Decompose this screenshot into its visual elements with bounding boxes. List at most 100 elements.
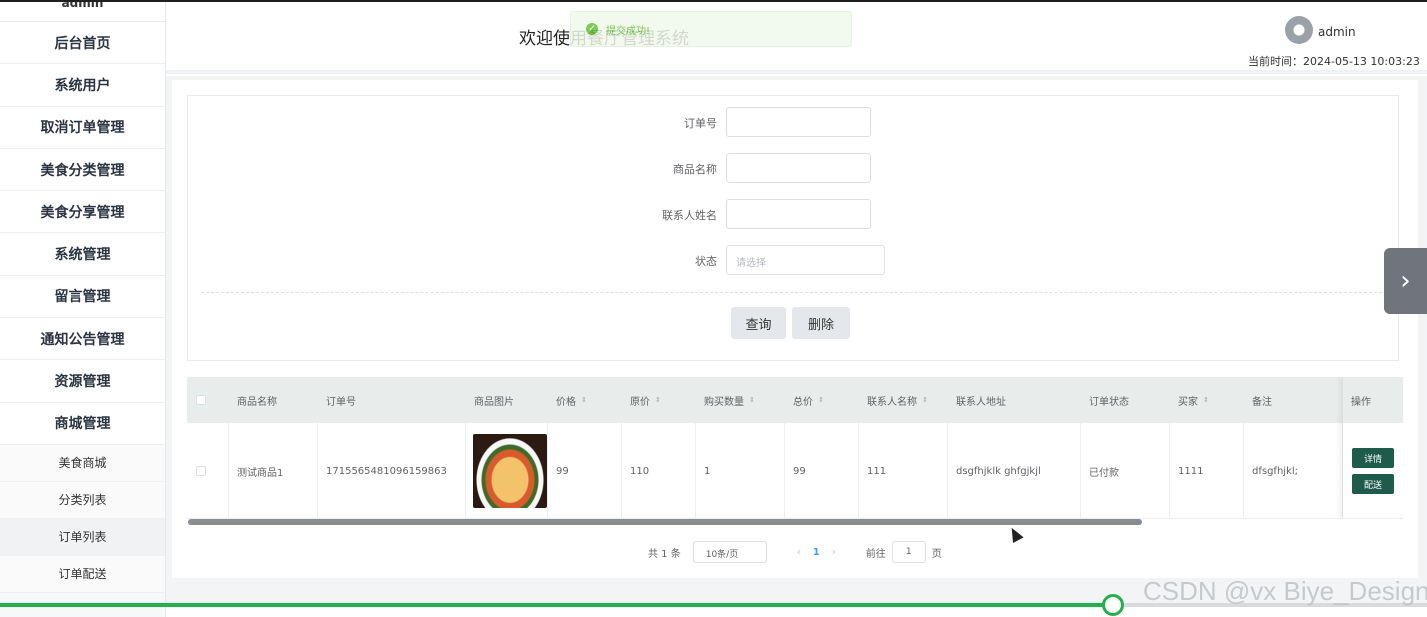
cell-note: dfsgfhjkl; — [1244, 423, 1343, 518]
col-contact-label: 联系人名称 — [867, 396, 917, 408]
contact-name-row: 联系人姓名 — [188, 199, 1398, 229]
row-checkbox[interactable] — [196, 466, 206, 476]
cell-quantity: 1 — [696, 423, 785, 518]
toast-message: 提交成功! — [606, 25, 651, 37]
select-all-checkbox[interactable] — [196, 395, 206, 405]
main-content: 订单号 商品名称 联系人姓名 状态 请选择 查询 删除 商品名称 订单号 商品图… — [166, 76, 1427, 606]
detail-button[interactable]: 详情 — [1352, 448, 1394, 468]
col-note: 备注 — [1252, 396, 1272, 408]
cell-original-price: 110 — [622, 423, 696, 518]
cell-status: 已付款 — [1081, 423, 1170, 518]
table-horizontal-scrollbar[interactable] — [188, 519, 1142, 525]
avatar[interactable] — [1285, 16, 1313, 44]
form-divider — [201, 292, 1387, 293]
sort-icon[interactable]: ⇕ — [1203, 396, 1209, 404]
col-total-label: 总价 — [793, 396, 813, 408]
cell-address: dsgfhjklk ghfgjkjl — [948, 423, 1081, 518]
video-progress-handle[interactable] — [1102, 594, 1124, 616]
sidebar-item-food-categories[interactable]: 美食分类管理 — [0, 148, 165, 192]
sidebar-item-home[interactable]: 后台首页 — [0, 22, 165, 65]
sidebar-subitem-order-delivery[interactable]: 订单配送 — [0, 555, 165, 593]
page-number-current[interactable]: 1 — [813, 547, 820, 558]
col-quantity-label: 购买数量 — [704, 396, 744, 408]
delete-button[interactable]: 删除 — [792, 307, 850, 339]
col-price[interactable]: 价格 ⇕ — [548, 377, 622, 423]
goto-label: 前往 — [865, 548, 886, 560]
cell-buyer: 1111 — [1170, 423, 1244, 518]
col-address: 联系人地址 — [956, 396, 1006, 408]
cell-order-no: 1715565481096159863 — [318, 423, 466, 518]
product-thumbnail[interactable] — [473, 434, 547, 508]
contact-name-input[interactable] — [726, 199, 871, 229]
col-price-label: 价格 — [556, 396, 576, 408]
pagination-total: 共 1 条 — [648, 548, 681, 560]
sidebar-item-notices[interactable]: 通知公告管理 — [0, 318, 165, 361]
admin-name[interactable]: admin — [1318, 25, 1356, 39]
col-product-name: 商品名称 — [237, 396, 277, 408]
col-original-price-label: 原价 — [630, 396, 650, 408]
col-original-price[interactable]: 原价 ⇕ — [622, 377, 696, 423]
sort-icon[interactable]: ⇕ — [818, 396, 824, 404]
cell-product-name: 测试商品1 — [229, 423, 318, 518]
success-toast: ✓ 提交成功! — [570, 11, 852, 47]
prev-page-icon[interactable]: ‹ — [797, 547, 801, 558]
sidebar-item-messages[interactable]: 留言管理 — [0, 275, 165, 319]
sidebar-item-mall[interactable]: 商城管理 — [0, 402, 165, 445]
col-actions: 操作 — [1343, 377, 1403, 423]
sidebar-item-system-management[interactable]: 系统管理 — [0, 233, 165, 276]
row-actions: 详情 配送 — [1343, 423, 1403, 518]
cell-price: 99 — [548, 423, 622, 518]
sort-icon[interactable]: ⇕ — [655, 396, 661, 404]
content-panel: 订单号 商品名称 联系人姓名 状态 请选择 查询 删除 商品名称 订单号 商品图… — [172, 80, 1418, 578]
order-no-input[interactable] — [726, 107, 871, 137]
product-name-input[interactable] — [726, 153, 871, 183]
cell-contact: 111 — [859, 423, 948, 518]
sort-icon[interactable]: ⇕ — [749, 396, 755, 404]
sidebar-subitem-category-list[interactable]: 分类列表 — [0, 481, 165, 519]
current-time-value: 2024-05-13 10:03:23 — [1303, 55, 1420, 68]
sidebar-subitem-order-list[interactable]: 订单列表 — [0, 518, 165, 556]
cell-product-image — [466, 423, 548, 518]
sidebar-item-system-users[interactable]: 系统用户 — [0, 64, 165, 107]
actions-column: 操作 详情 配送 — [1343, 377, 1403, 518]
status-label: 状态 — [695, 255, 717, 268]
col-quantity[interactable]: 购买数量 ⇕ — [696, 377, 785, 423]
check-circle-icon: ✓ — [586, 23, 598, 35]
pagination: 共 1 条 10条/页 ‹ 1 › 前往 1 页 — [648, 541, 942, 563]
sidebar: admin 后台首页 系统用户 取消订单管理 美食分类管理 美食分享管理 系统管… — [0, 2, 166, 617]
sidebar-item-resources[interactable]: 资源管理 — [0, 360, 165, 403]
search-form: 订单号 商品名称 联系人姓名 状态 请选择 查询 删除 — [187, 95, 1399, 361]
sidebar-subitem-food-mall[interactable]: 美食商城 — [0, 444, 165, 482]
contact-name-label: 联系人姓名 — [662, 209, 717, 222]
current-time: 当前时间：2024-05-13 10:03:23 — [1248, 53, 1420, 69]
col-status: 订单状态 — [1089, 396, 1129, 408]
col-buyer[interactable]: 买家 ⇕ — [1170, 377, 1244, 423]
sidebar-item-food-shares[interactable]: 美食分享管理 — [0, 191, 165, 234]
product-name-row: 商品名称 — [188, 153, 1398, 183]
deliver-button[interactable]: 配送 — [1352, 474, 1394, 494]
col-total[interactable]: 总价 ⇕ — [785, 377, 859, 423]
order-no-row: 订单号 — [188, 107, 1398, 137]
page-jumper: 前往 1 页 — [866, 541, 942, 563]
sort-icon[interactable]: ⇕ — [922, 396, 928, 404]
header: 欢迎使用餐厅管理系统 ✓ 提交成功! admin 当前时间：2024-05-13… — [166, 2, 1427, 74]
col-order-no: 订单号 — [326, 396, 356, 408]
status-select[interactable]: 请选择 — [726, 245, 885, 275]
table-row: 测试商品1 1715565481096159863 99 110 1 99 11… — [187, 423, 1403, 518]
header-select-all[interactable] — [187, 377, 229, 423]
cell-total: 99 — [785, 423, 859, 518]
row-select[interactable] — [187, 423, 229, 518]
next-page-icon[interactable]: › — [832, 547, 836, 558]
sort-icon[interactable]: ⇕ — [581, 396, 587, 404]
page-unit-label: 页 — [931, 548, 942, 560]
product-name-label: 商品名称 — [673, 163, 717, 176]
chevron-right-icon[interactable]: › — [1384, 248, 1427, 314]
col-product-image: 商品图片 — [474, 396, 514, 408]
goto-page-input[interactable]: 1 — [891, 541, 926, 563]
col-contact[interactable]: 联系人名称 ⇕ — [859, 377, 948, 423]
order-no-label: 订单号 — [684, 117, 717, 130]
table-header: 商品名称 订单号 商品图片 价格 ⇕ 原价 ⇕ 购买数量 ⇕ 总价 ⇕ 联系人名称 ⇕ 联… — [187, 377, 1403, 423]
page-size-select[interactable]: 10条/页 — [692, 541, 767, 563]
query-button[interactable]: 查询 — [731, 307, 786, 339]
sidebar-item-cancel-orders[interactable]: 取消订单管理 — [0, 106, 165, 149]
